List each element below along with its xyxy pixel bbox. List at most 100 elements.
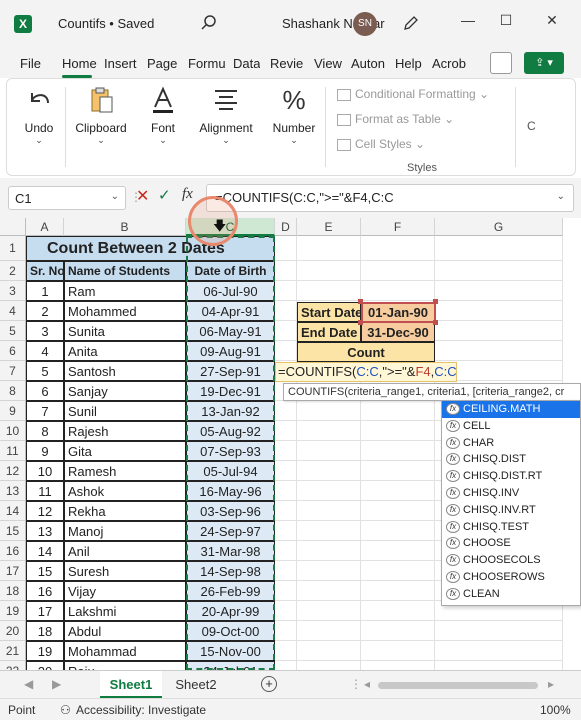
empty-cell[interactable] [275, 501, 297, 521]
resize-handle[interactable] [433, 320, 438, 325]
number-group[interactable]: % Number ⌄ [269, 79, 319, 146]
date-of-birth-cell[interactable]: 04-Apr-91 [186, 301, 275, 321]
student-name-cell[interactable]: Sunil [64, 401, 186, 421]
student-name-cell[interactable]: Ramesh [64, 461, 186, 481]
empty-cell[interactable] [275, 521, 297, 541]
date-of-birth-cell[interactable]: 05-Jul-94 [186, 461, 275, 481]
date-of-birth-cell[interactable]: 24-Jul-01 [186, 661, 275, 670]
empty-cell[interactable] [275, 541, 297, 561]
row-header[interactable]: 17 [0, 561, 26, 581]
column-header[interactable]: E [297, 218, 361, 236]
empty-cell[interactable] [275, 341, 297, 361]
column-header[interactable]: D [275, 218, 297, 236]
cell-styles-button[interactable]: Cell Styles ⌄ [337, 137, 425, 151]
document-title[interactable]: Countifs • Saved [58, 16, 154, 31]
date-of-birth-cell[interactable]: 24-Sep-97 [186, 521, 275, 541]
empty-cell[interactable] [297, 521, 361, 541]
empty-cell[interactable] [361, 441, 435, 461]
empty-cell[interactable] [361, 541, 435, 561]
empty-cell[interactable] [361, 236, 435, 261]
resize-handle[interactable] [358, 320, 363, 325]
empty-cell[interactable] [361, 621, 435, 641]
empty-cell[interactable] [297, 461, 361, 481]
serial-number-cell[interactable]: 15 [26, 561, 64, 581]
student-name-cell[interactable]: Rajesh [64, 421, 186, 441]
serial-number-cell[interactable]: 17 [26, 601, 64, 621]
serial-number-cell[interactable]: 10 [26, 461, 64, 481]
header-srno[interactable]: Sr. No [26, 261, 64, 281]
restore-button[interactable]: ☐ [494, 12, 518, 34]
empty-cell[interactable] [361, 401, 435, 421]
student-name-cell[interactable]: Ashok [64, 481, 186, 501]
empty-cell[interactable] [435, 341, 563, 361]
avatar[interactable]: SN [353, 12, 377, 36]
date-of-birth-cell[interactable]: 20-Apr-99 [186, 601, 275, 621]
empty-cell[interactable] [361, 561, 435, 581]
student-name-cell[interactable]: Raju [64, 661, 186, 670]
date-of-birth-cell[interactable]: 07-Sep-93 [186, 441, 275, 461]
undo-group[interactable]: Undo ⌄ [17, 79, 61, 146]
empty-cell[interactable] [297, 561, 361, 581]
prev-sheet-icon[interactable]: ◀ [24, 677, 33, 691]
tab-automate[interactable]: Auton [351, 56, 389, 71]
serial-number-cell[interactable]: 4 [26, 341, 64, 361]
tab-formulas[interactable]: Formu [188, 56, 226, 71]
tab-view[interactable]: View [314, 56, 342, 71]
empty-cell[interactable] [275, 621, 297, 641]
tab-page-layout[interactable]: Page [147, 56, 177, 71]
row-header[interactable]: 6 [0, 341, 26, 361]
empty-cell[interactable] [435, 621, 563, 641]
row-header[interactable]: 13 [0, 481, 26, 501]
empty-cell[interactable] [275, 441, 297, 461]
empty-cell[interactable] [361, 261, 435, 281]
autocomplete-item[interactable]: fx CHISQ.TEST [442, 519, 580, 536]
pen-icon[interactable] [402, 14, 420, 32]
row-header[interactable]: 2 [0, 261, 26, 281]
empty-cell[interactable] [361, 601, 435, 621]
student-name-cell[interactable]: Vijay [64, 581, 186, 601]
empty-cell[interactable] [297, 401, 361, 421]
serial-number-cell[interactable]: 8 [26, 421, 64, 441]
row-header[interactable]: 15 [0, 521, 26, 541]
serial-number-cell[interactable]: 16 [26, 581, 64, 601]
row-header[interactable]: 22 [0, 661, 26, 670]
empty-cell[interactable] [275, 401, 297, 421]
add-sheet-icon[interactable]: + [261, 676, 277, 692]
comments-button[interactable] [490, 52, 512, 74]
autocomplete-item[interactable]: fx CHISQ.INV.RT [442, 502, 580, 519]
empty-cell[interactable] [361, 501, 435, 521]
student-name-cell[interactable]: Ram [64, 281, 186, 301]
empty-cell[interactable] [361, 641, 435, 661]
row-header[interactable]: 19 [0, 601, 26, 621]
date-of-birth-cell[interactable]: 06-Jul-90 [186, 281, 275, 301]
serial-number-cell[interactable]: 20 [26, 661, 64, 670]
student-name-cell[interactable]: Suresh [64, 561, 186, 581]
empty-cell[interactable] [297, 621, 361, 641]
autocomplete-item[interactable]: fx CHAR [442, 435, 580, 452]
student-name-cell[interactable]: Anil [64, 541, 186, 561]
function-tooltip[interactable]: COUNTIFS(criteria_range1, criteria1, [cr… [283, 383, 581, 401]
row-header[interactable]: 3 [0, 281, 26, 301]
tab-help[interactable]: Help [395, 56, 422, 71]
scroll-right-icon[interactable]: ▸ [548, 677, 554, 691]
date-of-birth-cell[interactable]: 05-Aug-92 [186, 421, 275, 441]
resize-handle[interactable] [433, 299, 438, 304]
empty-cell[interactable] [361, 461, 435, 481]
search-icon[interactable] [200, 14, 218, 32]
empty-cell[interactable] [275, 641, 297, 661]
student-name-cell[interactable]: Mohammed [64, 301, 186, 321]
student-name-cell[interactable]: Abdul [64, 621, 186, 641]
serial-number-cell[interactable]: 7 [26, 401, 64, 421]
row-header[interactable]: 8 [0, 381, 26, 401]
student-name-cell[interactable]: Manoj [64, 521, 186, 541]
formula-input[interactable]: =COUNTIFS(C:C,">="&F4,C:C ⌄ [206, 184, 574, 212]
tab-insert[interactable]: Insert [104, 56, 137, 71]
sheet-tab-sheet2[interactable]: Sheet2 [166, 671, 226, 698]
autocomplete-item[interactable]: fx CHOOSEROWS [442, 569, 580, 586]
tab-data[interactable]: Data [233, 56, 260, 71]
empty-cell[interactable] [361, 481, 435, 501]
serial-number-cell[interactable]: 12 [26, 501, 64, 521]
zoom-level[interactable]: 100% [540, 703, 571, 717]
empty-cell[interactable] [275, 461, 297, 481]
autocomplete-item[interactable]: fx CHOOSECOLS [442, 552, 580, 569]
